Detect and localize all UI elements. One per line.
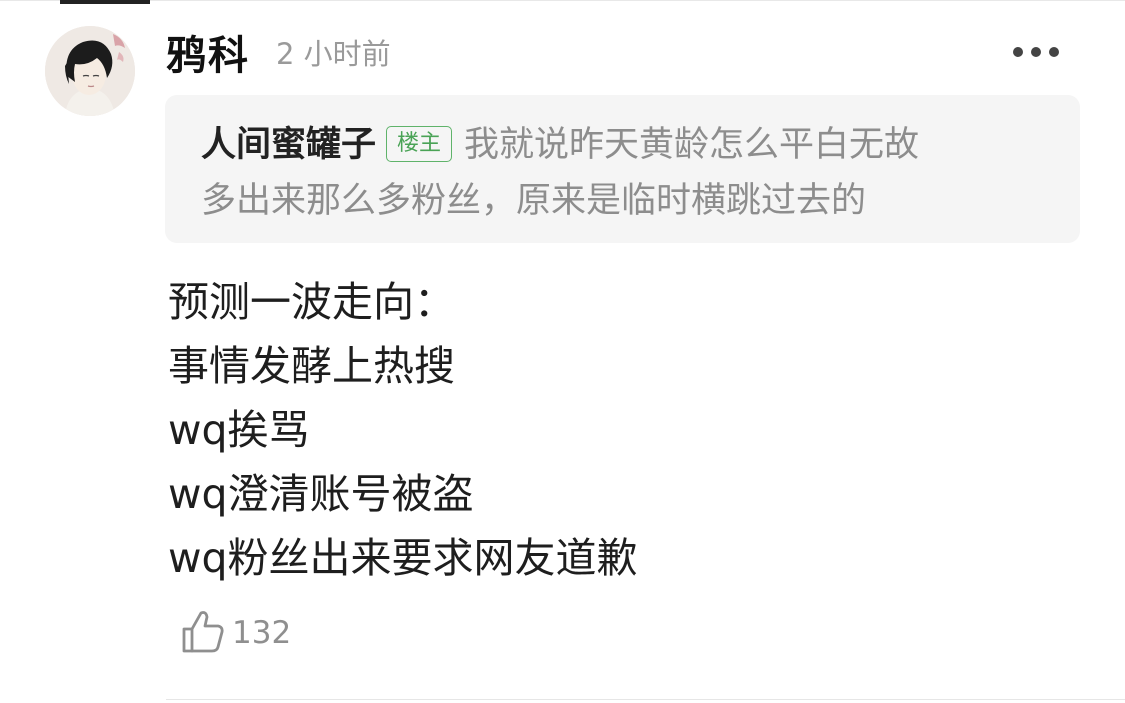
more-horizontal-icon-dot <box>1049 47 1059 57</box>
bottom-divider <box>166 699 1125 700</box>
more-horizontal-icon-dot <box>1031 47 1041 57</box>
quote-author[interactable]: 人间蜜罐子 <box>201 125 376 165</box>
quote-line-2: 多出来那么多粉丝，原来是临时横跳过去的 <box>201 181 867 221</box>
more-options-button[interactable] <box>1005 32 1067 72</box>
tab-indicator <box>60 0 150 4</box>
author-name[interactable]: 鸦科 <box>166 23 250 81</box>
quoted-reply[interactable]: 人间蜜罐子 楼主 我就说昨天黄龄怎么平白无故 多出来那么多粉丝，原来是临时横跳过去的 <box>165 95 1080 243</box>
quote-text-1: 我就说昨天黄龄怎么平白无故 <box>464 125 920 165</box>
op-badge: 楼主 <box>386 126 453 162</box>
reply-line: 事情发酵上热搜 <box>168 342 455 390</box>
top-divider <box>0 0 1125 1</box>
reply-line: wq粉丝出来要求网友道歉 <box>168 534 638 582</box>
more-horizontal-icon <box>1013 47 1023 57</box>
like-count: 132 <box>232 615 292 651</box>
reply-line: wq挨骂 <box>168 406 310 454</box>
reply-line: wq澄清账号被盗 <box>168 470 474 518</box>
timestamp: 2 小时前 <box>276 37 391 71</box>
thumbs-up-icon <box>180 607 226 659</box>
reply-line: 预测一波走向： <box>168 278 455 326</box>
avatar[interactable] <box>45 26 135 116</box>
like-button[interactable]: 132 <box>180 606 291 660</box>
reply-body: 预测一波走向： 事情发酵上热搜 wq挨骂 wq澄清账号被盗 wq粉丝出来要求网友… <box>168 270 1068 590</box>
quote-line-1: 人间蜜罐子 楼主 我就说昨天黄龄怎么平白无故 <box>201 117 1044 173</box>
avatar-illustration <box>45 26 135 116</box>
comment-header: 鸦科 2 小时前 <box>166 24 391 80</box>
